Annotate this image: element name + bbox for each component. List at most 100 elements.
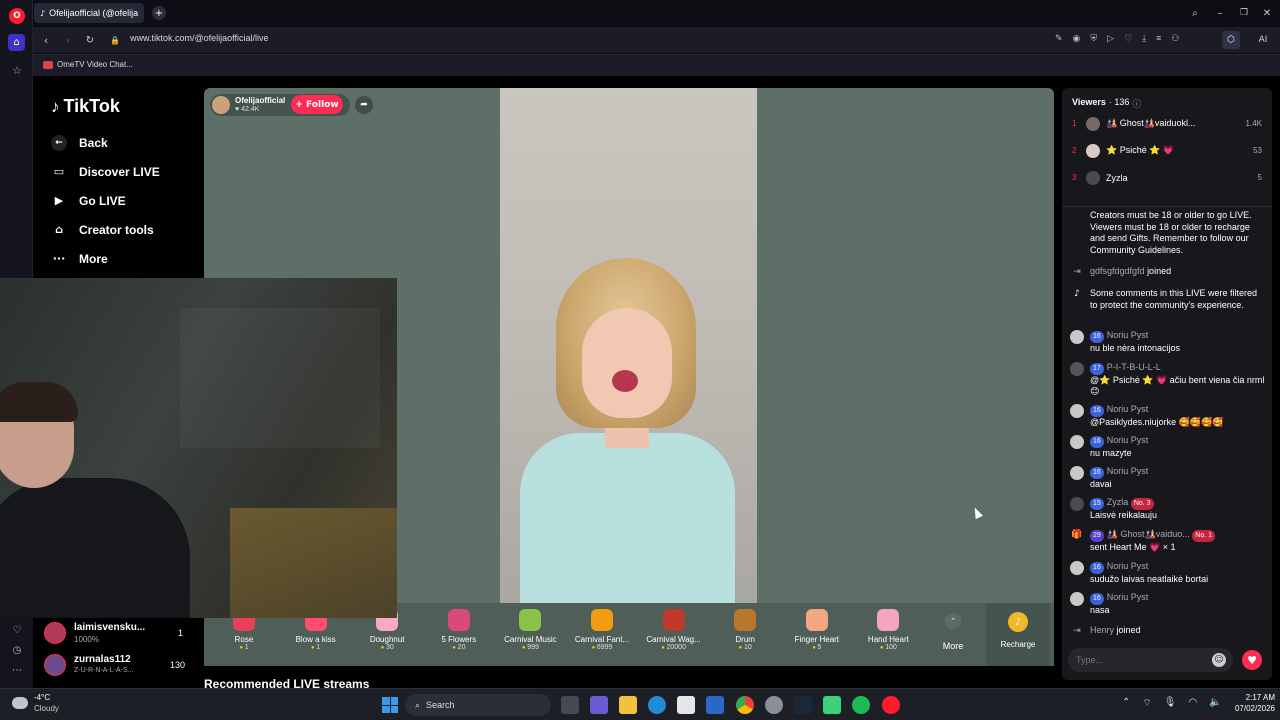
taskbar-time[interactable]: 2:17 AM: [1220, 693, 1275, 702]
microphone-icon[interactable]: 🎙: [1164, 697, 1177, 710]
system-tray: ⌃ ⌔ 🎙 ◠ 🔈: [1122, 697, 1222, 710]
top-viewer-row[interactable]: 2 ⭐ Psichė ⭐ 💗 53: [1062, 137, 1272, 164]
download-icon[interactable]: ⤓: [1142, 33, 1146, 47]
heart-icon[interactable]: ♡: [1124, 33, 1132, 47]
tiktok-favicon-icon: ♪: [40, 8, 46, 18]
chrome-icon[interactable]: [736, 696, 754, 714]
gift-icon: [591, 609, 613, 631]
chevron-up-icon[interactable]: ⌃: [1122, 697, 1130, 710]
webcam-bed: [230, 508, 397, 618]
edge-icon[interactable]: [648, 696, 666, 714]
tiktok-nav: ♪ TikTok ← Back ▭ Discover LIVE ▶ Go LIVE ⌂…: [33, 78, 203, 278]
opera-logo-icon[interactable]: O: [9, 8, 25, 24]
forward-icon[interactable]: ›: [62, 33, 74, 47]
bookmark-ometv[interactable]: OmeTV Video Chat...: [43, 60, 133, 69]
chat-input[interactable]: ☺: [1068, 648, 1233, 672]
avatar: [1086, 116, 1100, 131]
gift-more[interactable]: ⌃ More: [939, 603, 967, 651]
opera-sidebar-bottom: ♡ ◷ ⋯: [0, 618, 33, 688]
close-window-button[interactable]: ✕: [1260, 6, 1274, 20]
minimize-button[interactable]: –: [1213, 6, 1227, 20]
gift-item[interactable]: 5 Flowers20: [423, 603, 495, 666]
windows-start-icon[interactable]: [382, 697, 398, 713]
more-dots-icon[interactable]: ⋯: [10, 663, 24, 677]
tiktok-logo[interactable]: ♪ TikTok: [51, 96, 120, 117]
url-field[interactable]: www.tiktok.com/@ofelijaofficial/live: [130, 33, 269, 43]
heart-like-button[interactable]: ♥: [1242, 650, 1262, 670]
gift-item[interactable]: Hand Heart100: [852, 603, 924, 666]
avatar: [1070, 466, 1084, 480]
streamer-avatar[interactable]: [212, 96, 230, 114]
search-tabs-icon[interactable]: ⌕: [1188, 6, 1202, 20]
nav-more[interactable]: ··· More: [51, 244, 201, 273]
heart-outline-icon[interactable]: ♡: [10, 623, 24, 637]
opera-icon[interactable]: [882, 696, 900, 714]
task-view-icon[interactable]: [561, 696, 579, 714]
home-icon[interactable]: ⌂: [8, 34, 25, 51]
gift-item[interactable]: Drum10: [709, 603, 781, 666]
gift-cost: 20: [423, 644, 495, 651]
ometv-favicon-icon: [43, 60, 53, 69]
weather-temp[interactable]: -4°C: [34, 693, 50, 702]
top-viewer-row[interactable]: 1 🎎 Ghost🎎vaiduokl... 1.4K: [1062, 110, 1272, 137]
app-icon[interactable]: [823, 696, 841, 714]
gift-item[interactable]: Carnival Music999: [494, 603, 566, 666]
account-icon[interactable]: ⚇: [1171, 33, 1179, 47]
stream-video[interactable]: [500, 88, 757, 613]
nav-back[interactable]: ← Back: [51, 128, 201, 157]
streamer-name[interactable]: Ofelijaofficial: [235, 96, 285, 105]
top-viewer-row[interactable]: 3 Zyzla 5: [1062, 164, 1272, 191]
cloud-icon: [12, 697, 28, 709]
taskbar-date[interactable]: 07/02/2026: [1220, 704, 1275, 713]
recharge-button[interactable]: ♪ Recharge: [986, 603, 1050, 666]
tab-tiktok[interactable]: ♪ Ofelijaofficial (@ofelija: [34, 3, 144, 23]
edit-icon[interactable]: ✎: [1055, 33, 1063, 47]
weather-desc[interactable]: Cloudy: [34, 704, 59, 713]
wifi-icon[interactable]: ◠: [1189, 697, 1198, 710]
chat-message: 17 P-I-T-B-U-L-L @⭐ Psichė ⭐ 💗 ačiu bent v…: [1070, 362, 1265, 398]
share-icon[interactable]: ➦: [355, 96, 373, 114]
gift-cost: 30: [351, 644, 423, 651]
search-icon: ⌕: [415, 699, 421, 710]
spotify-icon[interactable]: [852, 696, 870, 714]
shield-icon[interactable]: ⛨: [1090, 33, 1097, 47]
gift-icon: [877, 609, 900, 631]
store-icon[interactable]: [677, 696, 695, 714]
taskbar-search[interactable]: ⌕ Search: [405, 694, 551, 716]
following-item-1[interactable]: laimisvensku... 1000% 1: [44, 620, 199, 646]
menu-icon[interactable]: ≡: [1156, 33, 1161, 47]
info-icon[interactable]: ⓘ: [1132, 97, 1141, 110]
play-icon[interactable]: ▷: [1107, 33, 1114, 47]
steam-icon[interactable]: [794, 696, 812, 714]
new-tab-button[interactable]: +: [152, 6, 166, 20]
star-icon[interactable]: ☆: [9, 62, 25, 78]
gift-item[interactable]: Finger Heart5: [781, 603, 853, 666]
gift-item[interactable]: Carnival Wag...20000: [638, 603, 710, 666]
network-icon[interactable]: ⌔: [1142, 697, 1151, 710]
nav-discover-live[interactable]: ▭ Discover LIVE: [51, 157, 201, 186]
file-explorer-icon[interactable]: [619, 696, 637, 714]
mail-icon[interactable]: [706, 696, 724, 714]
history-icon[interactable]: ◷: [10, 643, 24, 657]
nav-go-live[interactable]: ▶ Go LIVE: [51, 186, 201, 215]
maximize-button[interactable]: ❐: [1237, 6, 1251, 20]
nav-creator-tools[interactable]: ⌂ Creator tools: [51, 215, 201, 244]
chat-message: 16 Noriu Pyst davai: [1070, 466, 1265, 490]
copilot-icon[interactable]: [590, 696, 608, 714]
settings-gear-icon[interactable]: [765, 696, 783, 714]
house-icon: ⌂: [55, 223, 63, 236]
follow-button[interactable]: + Follow: [291, 95, 343, 114]
chat-text-field[interactable]: [1076, 652, 1196, 668]
gift-message: 🎁 29 🎎 Ghost🎎vaiduo... No. 1 sent Heart Me …: [1070, 529, 1265, 553]
extensions-icon[interactable]: ⬡: [1222, 31, 1240, 49]
ai-button[interactable]: AI: [1250, 31, 1276, 49]
reload-icon[interactable]: ↻: [84, 33, 96, 47]
video-figure-face: [582, 308, 672, 418]
camera-snap-icon[interactable]: ◉: [1073, 33, 1081, 47]
gift-item[interactable]: Carnival Fant...6999: [566, 603, 638, 666]
emoji-icon[interactable]: ☺: [1212, 653, 1226, 667]
following-item-2[interactable]: zurnalas112 Z-U-R-N-A-L-A-S... 130: [44, 652, 199, 678]
back-icon[interactable]: ‹: [40, 33, 52, 47]
gift-cost: 1: [208, 644, 280, 651]
windows-taskbar: -4°C Cloudy ⌕ Search ⌃ ⌔ 🎙 ◠ 🔈 2:17 AM 07…: [0, 688, 1280, 720]
